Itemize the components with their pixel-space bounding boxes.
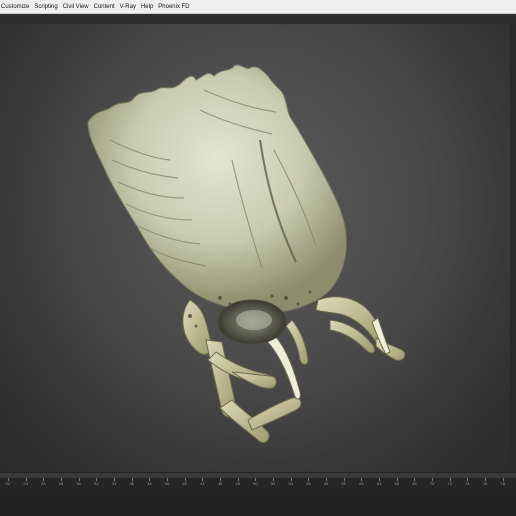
ruler-tick-label: 50 — [253, 481, 258, 486]
ruler-tick-label: 44 — [200, 481, 205, 486]
ruler-tick-label: 64 — [376, 481, 382, 486]
menu-item-v-ray[interactable]: V-Ray — [120, 0, 141, 14]
ruler-tick-label: 48 — [235, 481, 240, 486]
ruler-tick-label: 54 — [288, 481, 293, 486]
3d-viewport[interactable] — [0, 24, 516, 472]
ruler-tick-label: 24 — [23, 481, 28, 486]
ruler-tick-label: 56 — [306, 481, 311, 486]
ruler-tick-label: 66 — [394, 481, 399, 486]
menu-item-civil-view[interactable]: Civil View — [63, 0, 94, 14]
ruler-tick-label: 40 — [164, 481, 170, 486]
menu-item-customize[interactable]: Customize — [0, 0, 34, 14]
ruler-tick-label: 34 — [111, 481, 117, 486]
menu-item-scripting[interactable]: Scripting — [34, 0, 62, 14]
ruler-tick-label: 58 — [323, 481, 329, 486]
ruler-tick-label: 70 — [429, 481, 435, 486]
ruler-tick-label: 28 — [58, 481, 64, 486]
ruler-tick-label: 32 — [94, 481, 99, 486]
ruler-tick-label: 52 — [270, 481, 276, 486]
ruler-tick-label: 68 — [412, 481, 417, 486]
frame-ruler[interactable]: 22 24 26 28 30 32 34 36 38 40 42 44 46 48 50 52 54 56 58 60… — [0, 478, 516, 490]
menu-item-help[interactable]: Help — [141, 0, 158, 14]
ruler-tick-label: 22 — [5, 481, 11, 486]
ruler-tick-label: 76 — [482, 481, 488, 486]
ruler-tick-label: 46 — [217, 481, 223, 486]
predator-skull-model — [87, 64, 406, 443]
ruler-tick-label: 74 — [465, 481, 470, 486]
ruler-tick-label: 30 — [76, 481, 81, 486]
menu-item-phoenix-fd[interactable]: Phoenix FD — [158, 0, 194, 14]
ruler-tick-label: 26 — [41, 481, 46, 486]
ruler-tick-label: 78 — [500, 481, 506, 486]
right-mandible — [315, 296, 406, 361]
ruler-tick-label: 38 — [147, 481, 152, 486]
ruler-tick-label: 72 — [447, 481, 452, 486]
ruler-tick-label: 42 — [182, 481, 187, 486]
ruler-tick-label: 36 — [129, 481, 134, 486]
ruler-tick-label: 62 — [359, 481, 364, 486]
ruler-tick-label: 60 — [341, 481, 346, 486]
viewport-right-edge — [510, 24, 516, 472]
timeline-bottom-panel — [0, 490, 516, 516]
viewport-header-strip — [0, 14, 516, 24]
skull-crest — [87, 64, 347, 313]
menu-bar: Customize Scripting Civil View Content V-Ray… — [0, 0, 516, 14]
menu-item-content[interactable]: Content — [94, 0, 120, 14]
timeline[interactable]: 22 24 26 28 30 32 34 36 38 40 42 44 46 48 50 52 54 56 58 60… — [0, 472, 516, 516]
